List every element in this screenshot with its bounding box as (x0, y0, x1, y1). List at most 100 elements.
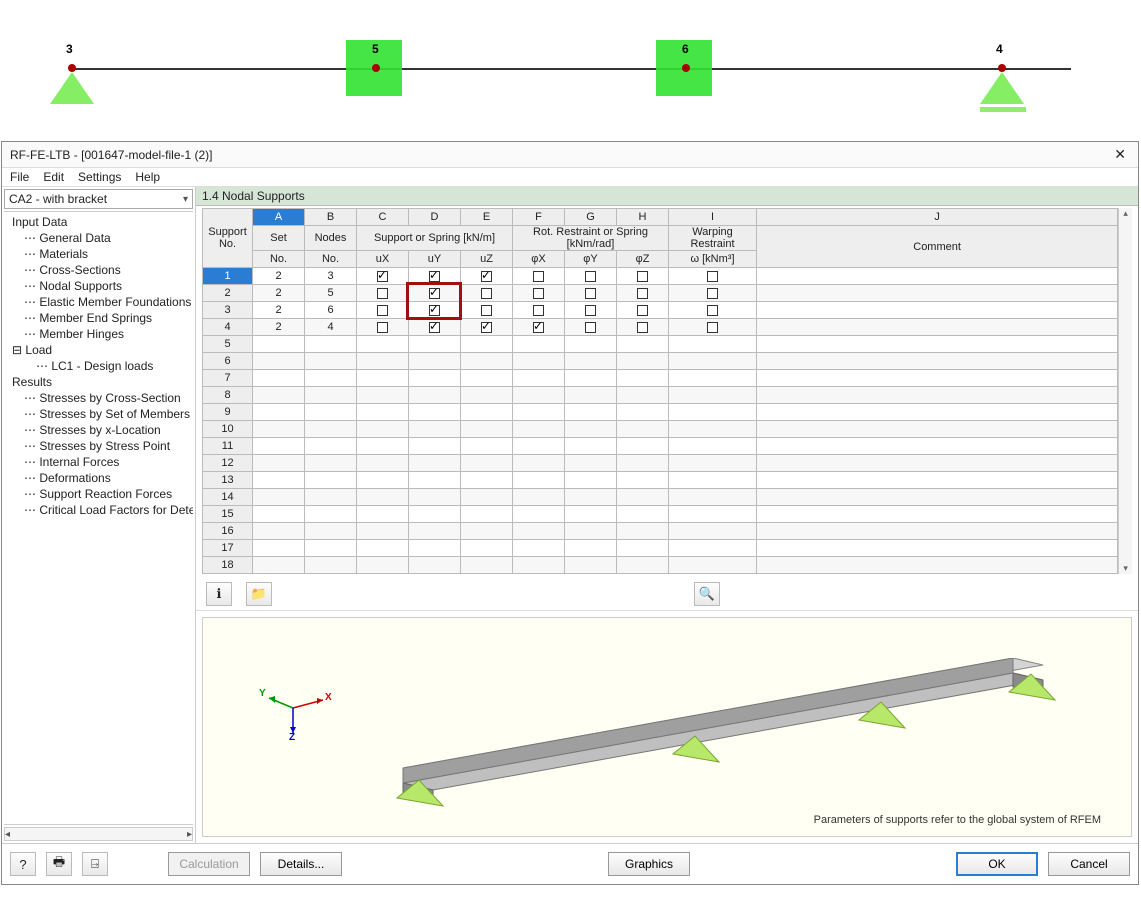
tree-item[interactable]: ⋯ Member Hinges (4, 326, 193, 342)
row-number[interactable]: 4 (203, 319, 253, 336)
calculation-button[interactable]: Calculation (168, 852, 250, 876)
tree-item[interactable]: ⋯ Critical Load Factors for Determ (4, 502, 193, 518)
menu-help[interactable]: Help (135, 170, 160, 184)
tree-item[interactable]: ⋯ Deformations (4, 470, 193, 486)
grid-vscroll[interactable]: ▴▾ (1118, 208, 1132, 574)
table-row[interactable]: 11 (203, 438, 1118, 455)
checkbox[interactable] (533, 322, 544, 333)
checkbox[interactable] (707, 288, 718, 299)
row-number[interactable]: 17 (203, 540, 253, 557)
tree-item[interactable]: ⋯ Cross-Sections (4, 262, 193, 278)
checkbox[interactable] (707, 271, 718, 282)
tree-item[interactable]: ⋯ Internal Forces (4, 454, 193, 470)
checkbox[interactable] (585, 305, 596, 316)
checkbox[interactable] (533, 288, 544, 299)
col-letter[interactable]: C (357, 209, 409, 226)
tree-hscroll[interactable]: ◂▸ (4, 827, 193, 841)
col-letter[interactable]: E (461, 209, 513, 226)
col-letter[interactable]: B (305, 209, 357, 226)
row-number[interactable]: 6 (203, 353, 253, 370)
checkbox[interactable] (707, 305, 718, 316)
checkbox[interactable] (481, 322, 492, 333)
tree-item[interactable]: ⋯ Stresses by Set of Members (4, 406, 193, 422)
col-letter[interactable]: D (409, 209, 461, 226)
col-letter[interactable]: G (565, 209, 617, 226)
checkbox[interactable] (429, 271, 440, 282)
row-number[interactable]: 10 (203, 421, 253, 438)
table-row[interactable]: 6 (203, 353, 1118, 370)
row-number[interactable]: 7 (203, 370, 253, 387)
checkbox[interactable] (533, 305, 544, 316)
table-row[interactable]: 12 (203, 455, 1118, 472)
table-row[interactable]: 326 (203, 302, 1118, 319)
menu-settings[interactable]: Settings (78, 170, 121, 184)
table-row[interactable]: 8 (203, 387, 1118, 404)
table-row[interactable]: 15 (203, 506, 1118, 523)
row-number[interactable]: 12 (203, 455, 253, 472)
case-combo[interactable]: CA2 - with bracket ▾ (4, 189, 193, 209)
row-number[interactable]: 13 (203, 472, 253, 489)
checkbox[interactable] (585, 288, 596, 299)
row-number[interactable]: 8 (203, 387, 253, 404)
tree-item[interactable]: ⋯ Support Reaction Forces (4, 486, 193, 502)
checkbox[interactable] (429, 288, 440, 299)
library-button[interactable]: 📁 (246, 582, 272, 606)
row-number[interactable]: 1 (203, 268, 253, 285)
col-letter[interactable]: H (617, 209, 669, 226)
nodal-supports-table[interactable]: Support No.ABCDEFGHIJ SetNodesSupport or… (202, 208, 1118, 574)
col-letter[interactable]: F (513, 209, 565, 226)
tree-item[interactable]: ⋯ General Data (4, 230, 193, 246)
details-button[interactable]: Details... (260, 852, 342, 876)
row-number[interactable]: 9 (203, 404, 253, 421)
close-icon[interactable]: ✕ (1110, 146, 1130, 163)
table-row[interactable]: 5 (203, 336, 1118, 353)
tree-item[interactable]: ⋯ Nodal Supports (4, 278, 193, 294)
table-row[interactable]: 225 (203, 285, 1118, 302)
row-number[interactable]: 5 (203, 336, 253, 353)
checkbox[interactable] (637, 322, 648, 333)
tree-item[interactable]: ⋯ LC1 - Design loads (4, 358, 193, 374)
table-row[interactable]: 13 (203, 472, 1118, 489)
export-button[interactable]: ⍈ (82, 852, 108, 876)
graphics-button[interactable]: Graphics (608, 852, 690, 876)
checkbox[interactable] (481, 305, 492, 316)
checkbox[interactable] (481, 288, 492, 299)
table-row[interactable]: 424 (203, 319, 1118, 336)
checkbox[interactable] (377, 322, 388, 333)
render-preview[interactable]: X Y Z (202, 617, 1132, 837)
table-row[interactable]: 16 (203, 523, 1118, 540)
tree-item[interactable]: ⋯ Elastic Member Foundations (4, 294, 193, 310)
info-button[interactable]: ℹ (206, 582, 232, 606)
tree-item[interactable]: ⋯ Stresses by Cross-Section (4, 390, 193, 406)
checkbox[interactable] (637, 288, 648, 299)
checkbox[interactable] (429, 305, 440, 316)
table-row[interactable]: 18 (203, 557, 1118, 574)
menu-file[interactable]: File (10, 170, 29, 184)
table-row[interactable]: 14 (203, 489, 1118, 506)
row-number[interactable]: 11 (203, 438, 253, 455)
table-row[interactable]: 123 (203, 268, 1118, 285)
col-letter[interactable]: A (253, 209, 305, 226)
checkbox[interactable] (481, 271, 492, 282)
checkbox[interactable] (533, 271, 544, 282)
row-number[interactable]: 16 (203, 523, 253, 540)
tree-item[interactable]: ⋯ Member End Springs (4, 310, 193, 326)
tree-item[interactable]: ⋯ Materials (4, 246, 193, 262)
checkbox[interactable] (377, 305, 388, 316)
row-number[interactable]: 3 (203, 302, 253, 319)
row-number[interactable]: 15 (203, 506, 253, 523)
table-row[interactable]: 9 (203, 404, 1118, 421)
table-row[interactable]: 17 (203, 540, 1118, 557)
print-button[interactable]: 🖶 (46, 852, 72, 876)
help-button[interactable]: ? (10, 852, 36, 876)
table-row[interactable]: 10 (203, 421, 1118, 438)
checkbox[interactable] (585, 271, 596, 282)
row-number[interactable]: 2 (203, 285, 253, 302)
ok-button[interactable]: OK (956, 852, 1038, 876)
checkbox[interactable] (377, 288, 388, 299)
tree-item[interactable]: ⋯ Stresses by x-Location (4, 422, 193, 438)
checkbox[interactable] (637, 271, 648, 282)
row-number[interactable]: 18 (203, 557, 253, 574)
table-row[interactable]: 7 (203, 370, 1118, 387)
menu-edit[interactable]: Edit (43, 170, 64, 184)
